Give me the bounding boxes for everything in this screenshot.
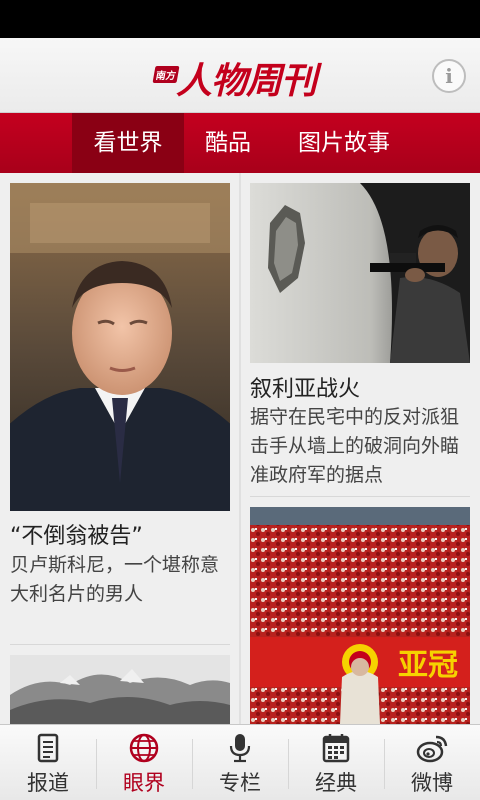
nav-columns[interactable]: 专栏 bbox=[192, 725, 288, 800]
mountain-photo[interactable] bbox=[10, 655, 230, 724]
globe-icon bbox=[129, 733, 159, 763]
stadium-photo[interactable]: 亚冠 bbox=[250, 507, 470, 724]
nav-label: 微博 bbox=[411, 771, 453, 795]
portrait-photo[interactable] bbox=[10, 183, 230, 511]
article-title: “不倒翁被告” bbox=[10, 524, 143, 549]
card-separator bbox=[250, 496, 470, 497]
category-tab-bar: 看世界 酷品 图片故事 bbox=[0, 113, 480, 173]
nav-label: 眼界 bbox=[123, 771, 165, 795]
nav-reports[interactable]: 报道 bbox=[0, 725, 96, 800]
nav-label: 报道 bbox=[27, 771, 69, 795]
app-logo: 南方 人物周刊 bbox=[150, 50, 330, 102]
tab-photo-stories[interactable]: 图片故事 bbox=[282, 113, 406, 173]
app-header: 南方 人物周刊 i bbox=[0, 38, 480, 113]
nav-label: 经典 bbox=[315, 771, 357, 795]
article-grid: “不倒翁被告” 贝卢斯科尼，一个堪称意大利名片的男人 叙利亚战火 据守在民宅中的… bbox=[0, 173, 480, 724]
article-description: 贝卢斯科尼，一个堪称意大利名片的男人 bbox=[10, 554, 220, 605]
stadium-banner-text: 亚冠 bbox=[398, 648, 458, 683]
calendar-icon bbox=[322, 734, 350, 763]
column-divider bbox=[239, 173, 241, 724]
article-description: 据守在民宅中的反对派狙击手从墙上的破洞向外瞄准政府军的据点 bbox=[250, 406, 460, 486]
tab-world[interactable]: 看世界 bbox=[72, 113, 184, 173]
bottom-navigation: 报道 眼界 专栏 经典 微博 bbox=[0, 724, 480, 800]
status-bar bbox=[0, 0, 480, 38]
tab-cool-products[interactable]: 酷品 bbox=[190, 113, 266, 173]
article-title: 叙利亚战火 bbox=[250, 377, 361, 402]
card-separator bbox=[10, 644, 230, 645]
nav-horizon[interactable]: 眼界 bbox=[96, 725, 192, 800]
microphone-icon bbox=[229, 734, 251, 763]
logo-text: 人物周刊 bbox=[176, 60, 317, 102]
nav-weibo[interactable]: 微博 bbox=[384, 725, 480, 800]
nav-label: 专栏 bbox=[219, 771, 261, 795]
weibo-icon bbox=[416, 735, 448, 763]
document-icon bbox=[37, 733, 59, 763]
info-icon[interactable]: i bbox=[432, 59, 466, 93]
nav-classics[interactable]: 经典 bbox=[288, 725, 384, 800]
sniper-photo[interactable] bbox=[250, 183, 470, 363]
